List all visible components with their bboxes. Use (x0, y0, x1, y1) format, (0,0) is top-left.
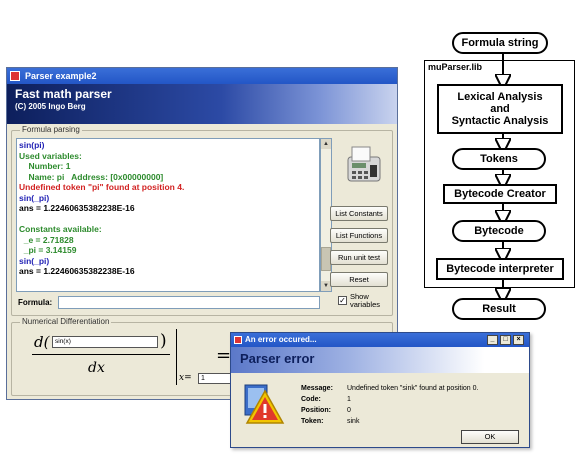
output-line: Number: 1 (19, 161, 71, 171)
formula-parsing-legend: Formula parsing (20, 125, 82, 134)
message-value: Undefined token "sink" found at position… (347, 385, 479, 392)
code-value: 1 (347, 396, 351, 403)
flow-lexical-analysis: Lexical Analysis and Syntactic Analysis (437, 84, 563, 134)
banner-title: Fast math parser (15, 87, 112, 101)
position-key: Position: (301, 407, 331, 414)
output-line: Constants available: (19, 224, 102, 234)
window-title: Parser example2 (25, 71, 97, 81)
reset-button[interactable]: Reset (330, 272, 388, 287)
x-equals-label: x= (179, 373, 192, 383)
output-line: Name: pi Address: [0x00000000] (19, 171, 164, 182)
output-line: ans = 1.22460635382238E-16 (19, 266, 135, 276)
error-heading: Parser error (240, 351, 315, 366)
close-paren: ) (160, 331, 167, 351)
formula-parsing-group: Formula parsing sin(pi) Used variables: N… (11, 125, 393, 316)
warning-icon (244, 384, 285, 424)
app-banner: Fast math parser (C) 2005 Ingo Berg (7, 84, 397, 124)
output-console[interactable]: sin(pi) Used variables: Number: 1 Name: p… (16, 138, 320, 292)
fraction-line (32, 354, 170, 355)
code-key: Code: (301, 396, 321, 403)
diff-expression-input[interactable]: sin(x) (52, 336, 158, 348)
message-key: Message: (301, 385, 333, 392)
differentiation-legend: Numerical Differentiation (20, 317, 112, 326)
minimize-button[interactable]: _ (487, 335, 498, 345)
run-unit-test-button[interactable]: Run unit test (330, 250, 388, 265)
equals-sign: = (216, 345, 232, 366)
output-line: Used variables: (19, 150, 82, 161)
flow-tokens: Tokens (452, 148, 546, 170)
close-button[interactable]: × (513, 335, 524, 345)
main-title-bar[interactable]: Parser example2 (7, 68, 397, 84)
formula-input[interactable] (58, 296, 320, 309)
output-line: Undefined token "pi" found at position 4… (19, 182, 185, 192)
error-title-bar[interactable]: An error occured... _ □ × (231, 333, 529, 347)
output-line: sin(pi) (19, 140, 45, 150)
list-functions-button[interactable]: List Functions (330, 228, 388, 243)
derivative-d: d( (34, 333, 50, 351)
flow-bytecode-interpreter: Bytecode interpreter (436, 258, 564, 280)
scroll-up-icon[interactable]: ▲ (321, 139, 331, 149)
error-dialog-title: An error occured... (245, 335, 317, 344)
output-line: ans = 1.22460635382238E-16 (19, 203, 135, 213)
calculator-icon (347, 146, 381, 182)
flow-start-formula-string: Formula string (452, 32, 548, 54)
banner-subtitle: (C) 2005 Ingo Berg (15, 102, 86, 111)
error-banner: Parser error (231, 347, 529, 373)
formula-label: Formula: (18, 298, 53, 307)
maximize-button[interactable]: □ (500, 335, 511, 345)
list-constants-button[interactable]: List Constants (330, 206, 388, 221)
flow-bytecode-creator: Bytecode Creator (443, 184, 557, 204)
evaluation-bar (176, 329, 177, 385)
app-icon (10, 71, 20, 81)
show-variables-checkbox[interactable]: ✓ (338, 296, 347, 305)
flow-result: Result (452, 298, 546, 320)
dialog-app-icon (234, 336, 242, 344)
position-value: 0 (347, 407, 351, 414)
flow-bytecode: Bytecode (452, 220, 546, 242)
x-value-input[interactable]: 1 (198, 373, 232, 384)
show-variables-label: Show variables (350, 292, 381, 309)
output-line: sin(_pi) (19, 192, 50, 203)
output-line: sin(_pi) (19, 255, 50, 266)
output-line: _pi = 3.14159 (19, 245, 77, 255)
output-line: _e = 2.71828 (19, 234, 74, 245)
derivative-dx: dx (88, 360, 105, 376)
token-value: sink (347, 418, 360, 425)
ok-button[interactable]: OK (461, 430, 519, 444)
token-key: Token: (301, 418, 324, 425)
error-dialog: An error occured... _ □ × Parser error M… (230, 332, 530, 448)
